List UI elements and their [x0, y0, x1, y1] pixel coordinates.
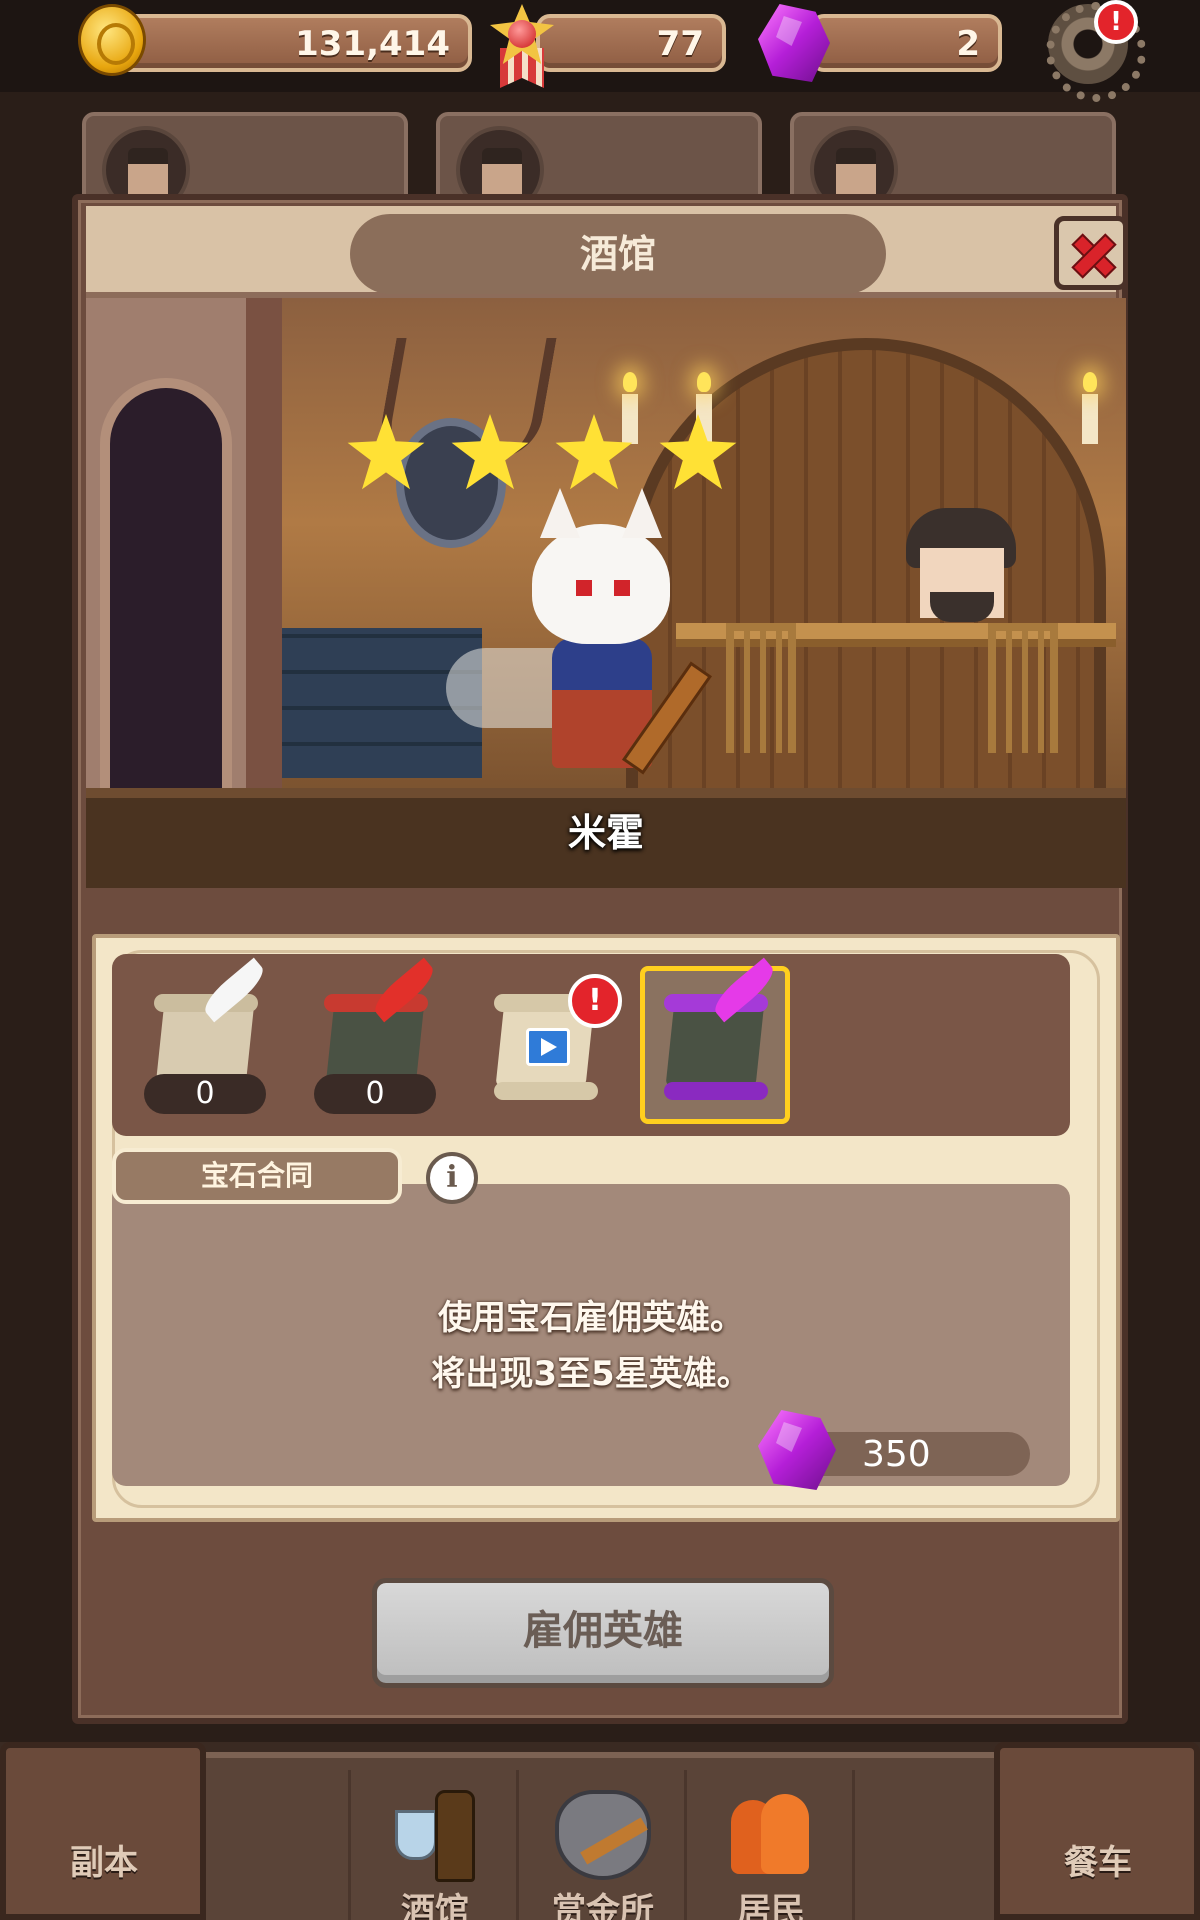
scroll-slot-purple[interactable]	[640, 957, 790, 1124]
star-icon	[451, 414, 529, 490]
nav-residents[interactable]: 居民	[684, 1770, 852, 1920]
contract-description: 使用宝石雇佣英雄。 将出现3至5星英雄。 350	[112, 1184, 1070, 1490]
star-icon	[555, 414, 633, 490]
info-icon[interactable]: i	[426, 1152, 478, 1204]
contract-type-tab[interactable]: 宝石合同	[112, 1148, 402, 1204]
gem-value: 2	[956, 24, 980, 64]
panel-header: 酒馆	[86, 206, 1128, 298]
medal-counter: 77	[536, 14, 726, 72]
nav-label: 副本	[70, 1843, 138, 1883]
scroll-alert-badge: !	[568, 974, 622, 1028]
wine-bottle-icon	[395, 1790, 475, 1882]
scroll-slot-white[interactable]: 0	[130, 957, 280, 1124]
nav-bounty[interactable]: 赏金所	[516, 1770, 684, 1920]
settings-alert-badge: !	[1094, 0, 1138, 44]
hero-name: 米霍	[567, 811, 644, 855]
scroll-count: 0	[314, 1074, 436, 1114]
description-line-2: 将出现3至5星英雄。	[431, 1354, 751, 1394]
currency-bar: 131,414 77 2 !	[0, 0, 1200, 102]
panel-title: 酒馆	[350, 214, 886, 294]
description-line-1: 使用宝石雇佣英雄。	[438, 1298, 744, 1338]
medal-value: 77	[656, 24, 704, 64]
doorway	[100, 378, 232, 798]
gem-counter: 2	[810, 14, 1002, 72]
nav-tavern[interactable]: 酒馆	[348, 1770, 516, 1920]
scroll-slot-red[interactable]: 0	[300, 957, 450, 1124]
scroll-slot-ticket[interactable]: !	[470, 966, 622, 1124]
gold-value: 131,414	[295, 24, 450, 64]
close-button[interactable]	[1054, 216, 1128, 290]
star-icon	[347, 414, 425, 490]
tavern-panel: 酒馆 米霍 0 0 ! 使用宝石雇佣英雄。 将出现3至5星英雄。 350 宝石合…	[72, 194, 1128, 1724]
contract-card: 0 0 ! 使用宝石雇佣英雄。 将出现3至5星英雄。 350 宝石合同 i	[92, 934, 1120, 1522]
game-screen: 131,414 77 2 ! 酒馆 米霍 0 0 ! 使用宝石雇佣英雄。 将出现…	[0, 0, 1200, 1920]
medal-icon	[486, 4, 558, 88]
residents-icon	[731, 1790, 811, 1880]
purple-quill-scroll-icon	[662, 957, 780, 1100]
nav-label: 酒馆	[401, 1891, 469, 1920]
play-icon	[526, 1028, 570, 1066]
bounty-bag-icon	[555, 1790, 651, 1880]
scroll-selector: 0 0 !	[112, 954, 1070, 1136]
nav-label: 赏金所	[552, 1891, 654, 1920]
gold-counter: 131,414	[116, 14, 472, 72]
nav-label: 居民	[737, 1891, 805, 1920]
nav-strip: 酒馆 赏金所 居民	[170, 1752, 1030, 1920]
cost-gem-icon	[758, 1410, 836, 1490]
nav-label: 餐车	[1064, 1843, 1132, 1883]
nav-dining-car[interactable]: 餐车	[994, 1742, 1200, 1920]
bottom-navigation: 酒馆 赏金所 居民 副本 餐车	[0, 1742, 1200, 1920]
gold-coin-icon	[78, 4, 146, 76]
star-icon	[659, 414, 737, 490]
cost-value: 350	[862, 1434, 931, 1475]
candle-icon	[1082, 372, 1098, 444]
hero-sprite	[446, 488, 713, 788]
scroll-count: 0	[144, 1074, 266, 1114]
chair	[726, 623, 796, 753]
nav-dungeon[interactable]: 副本	[0, 1742, 206, 1920]
hire-hero-button[interactable]: 雇佣英雄	[372, 1578, 834, 1688]
tavern-scene: 米霍	[86, 298, 1126, 888]
cost-display: 350	[802, 1432, 1030, 1476]
bartender-sprite	[906, 508, 1016, 638]
chair	[988, 623, 1058, 753]
